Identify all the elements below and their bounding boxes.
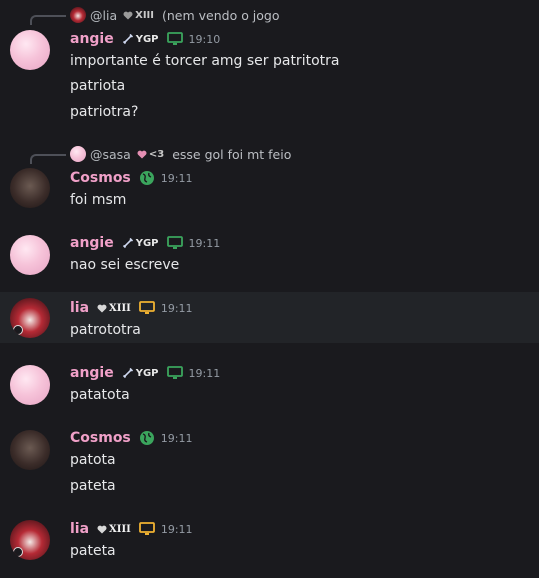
reply-avatar <box>70 7 86 23</box>
username[interactable]: angie <box>70 31 114 47</box>
message-group: @sasa <3 esse gol foi mt feio Cosmos 19:… <box>0 140 539 220</box>
heart-icon <box>123 11 133 19</box>
message-header: lia XIII 19:11 <box>70 299 193 317</box>
message-text: patriota <box>70 78 126 94</box>
message-text: pateta <box>70 543 116 559</box>
timestamp: 19:11 <box>160 301 193 315</box>
message-group: Cosmos 19:11 patota pateta <box>0 421 539 501</box>
heart-icon <box>97 304 107 312</box>
server-tag: <3 <box>137 149 164 160</box>
message-header: Cosmos 19:11 <box>70 169 192 187</box>
reply-text: (nem vendo o jogo <box>161 7 280 23</box>
desktop-icon <box>138 522 155 536</box>
username[interactable]: Cosmos <box>70 170 131 186</box>
desktop-icon <box>166 32 183 46</box>
reply-username[interactable]: @lia <box>90 8 117 23</box>
message-text: pateta <box>70 478 116 494</box>
message-text: patota <box>70 452 116 468</box>
message-header: lia XIII 19:11 <box>70 520 193 538</box>
username[interactable]: lia <box>70 300 89 316</box>
message-text: patrototra <box>70 322 141 338</box>
status-icon <box>13 325 23 335</box>
avatar[interactable] <box>10 168 50 208</box>
server-tag-text: YGP <box>135 33 159 45</box>
sword-icon <box>122 33 133 45</box>
message-header: Cosmos 19:11 <box>70 429 192 447</box>
desktop-icon <box>138 301 155 315</box>
message-text: importante é torcer amg ser patritotra <box>70 53 340 69</box>
timestamp: 19:11 <box>160 522 193 536</box>
message-group: @lia XIII (nem vendo o jogo angie YGP 19… <box>0 0 539 130</box>
reply-preview[interactable]: @sasa <3 esse gol foi mt feio <box>70 145 291 163</box>
server-tag-text: XIII <box>109 523 131 535</box>
avatar[interactable] <box>10 520 50 560</box>
reply-spine <box>30 15 66 25</box>
timestamp: 19:11 <box>160 171 193 185</box>
timestamp: 19:11 <box>160 431 193 445</box>
message-group: lia XIII 19:11 patrototra <box>0 292 539 343</box>
username[interactable]: Cosmos <box>70 430 131 446</box>
status-icon <box>13 547 23 557</box>
avatar[interactable] <box>10 365 50 405</box>
avatar[interactable] <box>10 430 50 470</box>
server-tag: YGP <box>122 367 159 379</box>
server-tag-text: <3 <box>148 148 165 160</box>
sword-icon <box>122 237 133 249</box>
sword-icon <box>122 367 133 379</box>
message-header: angie YGP 19:11 <box>70 234 220 252</box>
globe-icon <box>139 430 155 446</box>
heart-icon <box>97 525 107 533</box>
heart-icon <box>137 150 147 158</box>
server-tag: XIII <box>123 10 154 21</box>
message-group: angie YGP 19:11 nao sei escreve <box>0 226 539 286</box>
server-tag-text: YGP <box>135 237 159 249</box>
avatar[interactable] <box>10 235 50 275</box>
desktop-icon <box>166 236 183 250</box>
timestamp: 19:11 <box>188 236 221 250</box>
server-tag: YGP <box>122 33 159 45</box>
timestamp: 19:10 <box>188 32 221 46</box>
timestamp: 19:11 <box>188 366 221 380</box>
message-header: angie YGP 19:10 <box>70 30 220 48</box>
reply-spine <box>30 154 66 164</box>
server-tag-text: XIII <box>109 302 131 314</box>
reply-avatar <box>70 146 86 162</box>
server-tag-text: YGP <box>135 367 159 379</box>
message-group: lia XIII 19:11 pateta <box>0 512 539 572</box>
username[interactable]: lia <box>70 521 89 537</box>
message-text: patatota <box>70 387 130 403</box>
message-text: patriotra? <box>70 104 139 120</box>
username[interactable]: angie <box>70 235 114 251</box>
username[interactable]: angie <box>70 365 114 381</box>
avatar[interactable] <box>10 298 50 338</box>
desktop-icon <box>166 366 183 380</box>
globe-icon <box>139 170 155 186</box>
message-text: nao sei escreve <box>70 257 180 273</box>
server-tag: XIII <box>97 303 131 314</box>
server-tag: XIII <box>97 524 131 535</box>
message-text: foi msm <box>70 192 127 208</box>
reply-username[interactable]: @sasa <box>90 147 131 162</box>
reply-text: esse gol foi mt feio <box>172 146 292 162</box>
server-tag-text: XIII <box>135 9 154 21</box>
avatar[interactable] <box>10 30 50 70</box>
message-header: angie YGP 19:11 <box>70 364 220 382</box>
message-group: angie YGP 19:11 patatota <box>0 356 539 416</box>
reply-preview[interactable]: @lia XIII (nem vendo o jogo <box>70 6 280 24</box>
server-tag: YGP <box>122 237 159 249</box>
